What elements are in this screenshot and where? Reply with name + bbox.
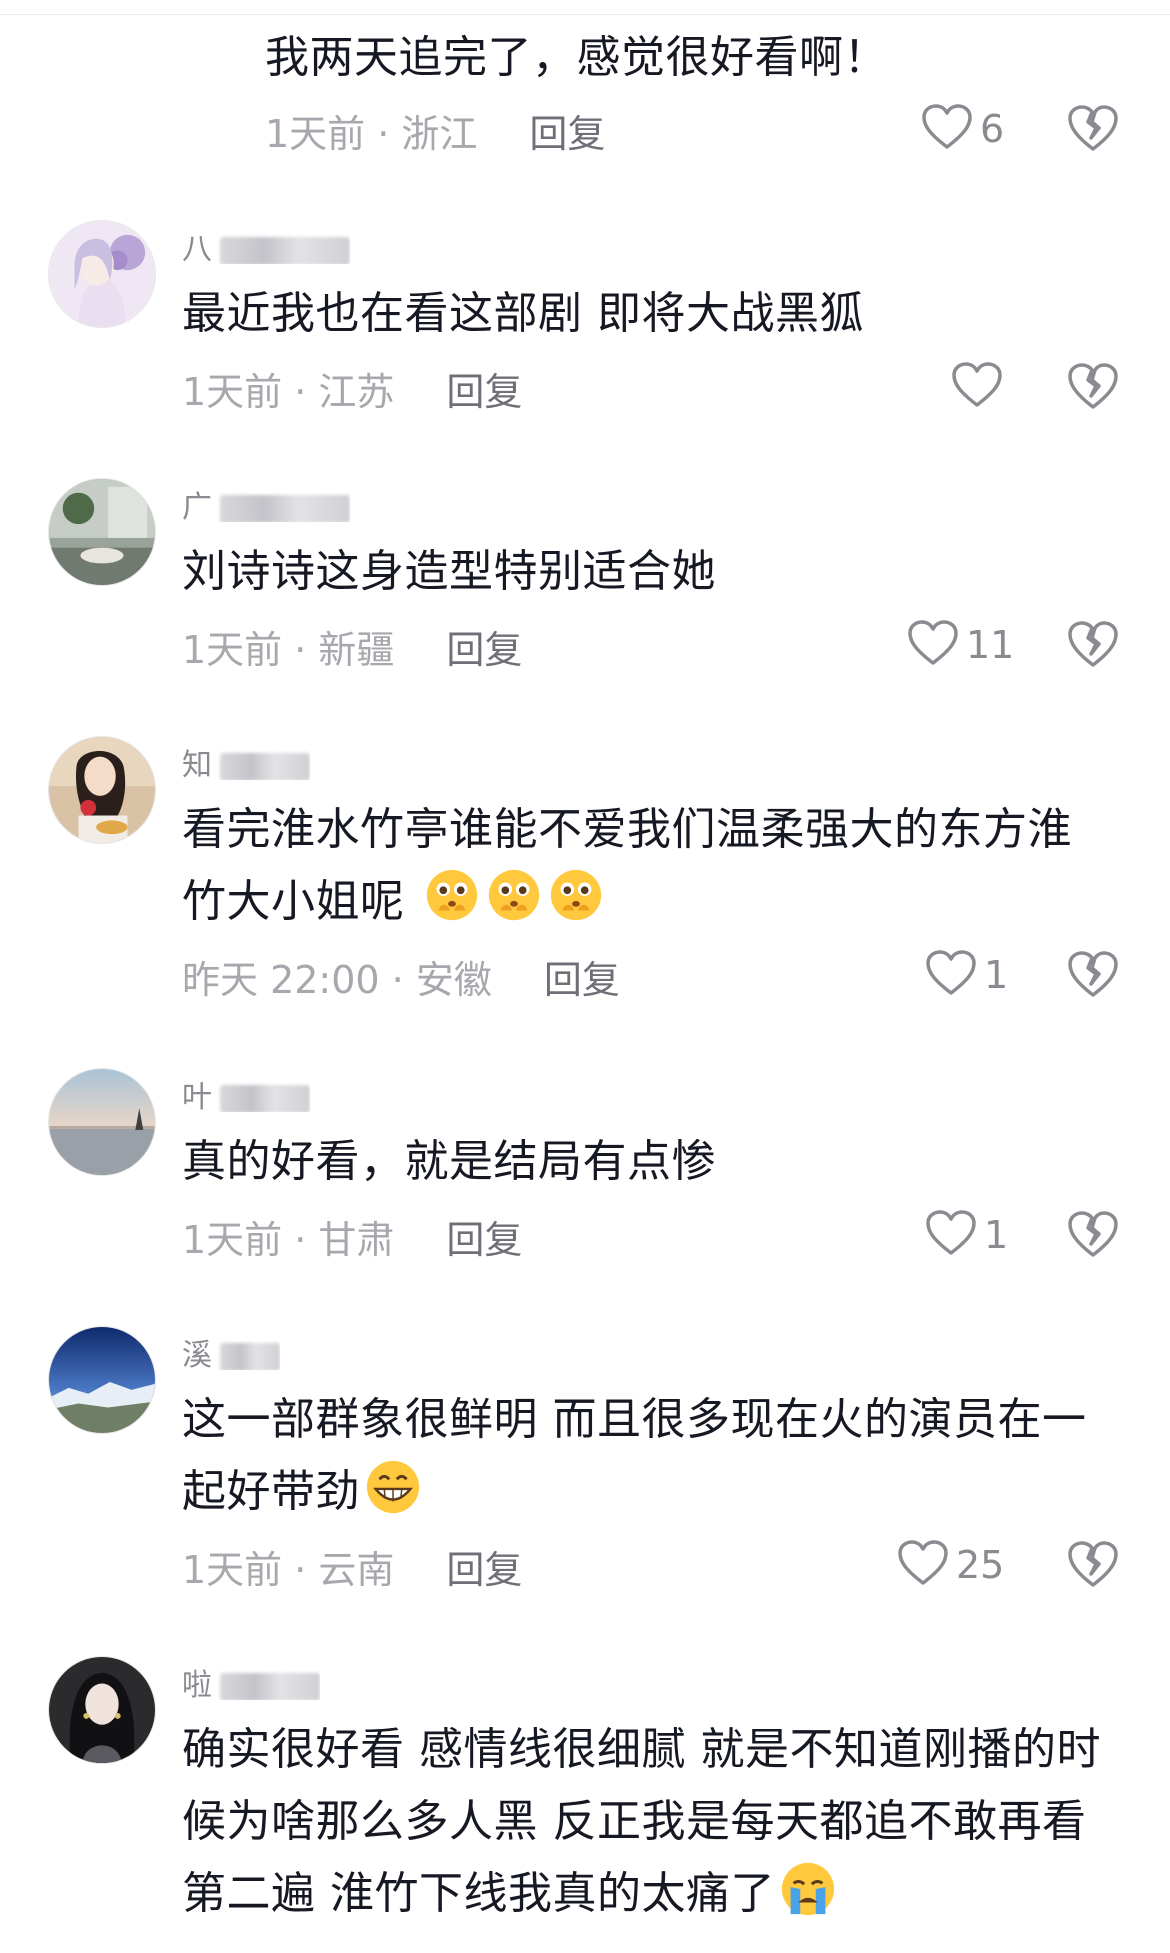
heart-outline-icon: [926, 950, 976, 1000]
comment-text: 真的好看，就是结局有点惨: [182, 1136, 716, 1187]
username[interactable]: 知: [182, 740, 310, 780]
avatar[interactable]: [48, 1326, 156, 1434]
comment-text: 确实很好看 感情线很细腻 就是不知道刚播的时候为啥那么多人黑 反正我是每天都追不…: [182, 1724, 1101, 1919]
username[interactable]: 叶: [182, 1072, 310, 1112]
like-count: 6: [980, 107, 1005, 151]
like-button[interactable]: 6: [922, 104, 1004, 154]
username[interactable]: 八: [182, 224, 350, 264]
dislike-button[interactable]: [1068, 1540, 1118, 1588]
reply-button[interactable]: 回复: [446, 619, 522, 674]
avatar[interactable]: [48, 220, 156, 328]
broken-heart-icon: [1068, 621, 1118, 672]
comment-item: 八 最近我也在看这部剧 即将大战黑狐 1天前 · 江苏 回复: [0, 218, 1170, 418]
reply-button[interactable]: 回复: [544, 949, 620, 1004]
broken-heart-icon: [1068, 1541, 1118, 1592]
heart-outline-icon: [908, 620, 958, 670]
comment-item: 啦 确实很好看 感情线很细腻 就是不知道刚播的时候为啥那么多人黑 反正我是每天都…: [0, 1654, 1170, 1953]
like-count: 1: [984, 953, 1009, 997]
pleading-hands-emoji: [426, 869, 478, 921]
grinning-emoji: [366, 1460, 420, 1514]
dislike-button[interactable]: [1068, 362, 1118, 410]
reply-button[interactable]: 回复: [446, 1209, 522, 1264]
avatar[interactable]: [48, 736, 156, 844]
comment-item: 广 刘诗诗这身造型特别适合她 1天前 · 新疆 回复 11: [0, 476, 1170, 676]
comment-time-location: 昨天 22:00 · 安徽: [182, 957, 492, 1002]
heart-outline-icon: [922, 104, 972, 154]
heart-outline-icon: [898, 1540, 948, 1590]
crying-emoji: [781, 1862, 835, 1916]
pleading-hands-emoji: [550, 869, 602, 921]
like-count: 25: [956, 1543, 1005, 1587]
reply-button[interactable]: 回复: [529, 103, 605, 158]
comment-text: 最近我也在看这部剧 即将大战黑狐: [182, 288, 864, 339]
comment-meta: [182, 1938, 1122, 1953]
username[interactable]: 溪: [182, 1330, 280, 1370]
comment-time-location: 1天前 · 浙江: [265, 111, 478, 156]
like-count: 11: [966, 623, 1015, 667]
avatar[interactable]: [48, 1068, 156, 1176]
emoji-group: [405, 869, 606, 927]
dislike-button[interactable]: [1068, 950, 1118, 998]
comment-text: 这一部群象很鲜明 而且很多现在火的演员在一起好带劲: [182, 1394, 1087, 1517]
like-button[interactable]: 1: [926, 1210, 1008, 1260]
comment-time-location: 1天前 · 江苏: [182, 369, 395, 414]
comment-text: 看完淮水竹亭谁能不爱我们温柔强大的东方淮竹大小姐呢: [182, 804, 1072, 927]
dislike-button[interactable]: [1068, 104, 1118, 152]
username[interactable]: 广: [182, 482, 350, 522]
comment-item: 溪 这一部群象很鲜明 而且很多现在火的演员在一起好带劲 1天前 · 云南 回复 …: [0, 1324, 1170, 1594]
dislike-button[interactable]: [1068, 620, 1118, 668]
comment-text: 刘诗诗这身造型特别适合她: [182, 546, 716, 597]
reply-button[interactable]: 回复: [446, 361, 522, 416]
pleading-hands-emoji: [488, 869, 540, 921]
heart-outline-icon: [926, 1210, 976, 1260]
broken-heart-icon: [1068, 951, 1118, 1002]
broken-heart-icon: [1068, 363, 1118, 414]
comment-meta: 1天前 · 浙江 回复: [265, 102, 1170, 158]
heart-outline-icon: [952, 362, 1002, 412]
broken-heart-icon: [1068, 1211, 1118, 1262]
dislike-button[interactable]: [1068, 1210, 1118, 1258]
comment-time-location: 1天前 · 云南: [182, 1547, 395, 1592]
broken-heart-icon: [1068, 105, 1118, 156]
like-button[interactable]: 1: [926, 950, 1008, 1000]
avatar[interactable]: [48, 478, 156, 586]
comment-text: 我两天追完了，感觉很好看啊！: [265, 32, 888, 83]
reply-button[interactable]: 回复: [446, 1539, 522, 1594]
comment-item: 我两天追完了，感觉很好看啊！ 1天前 · 浙江 回复 6: [0, 0, 1170, 160]
like-button[interactable]: 11: [908, 620, 1014, 670]
like-count: 1: [984, 1213, 1009, 1257]
username[interactable]: 啦: [182, 1660, 320, 1700]
comment-time-location: 1天前 · 甘肃: [182, 1217, 395, 1262]
comment-item: 叶 真的好看，就是结局有点惨 1天前 · 甘肃 回复 1: [0, 1066, 1170, 1266]
like-button[interactable]: 25: [898, 1540, 1004, 1590]
comment-time-location: 1天前 · 新疆: [182, 627, 395, 672]
avatar[interactable]: [48, 1656, 156, 1764]
comment-item: 知 看完淮水竹亭谁能不爱我们温柔强大的东方淮竹大小姐呢 昨天 22:00 · 安…: [0, 734, 1170, 1004]
like-button[interactable]: [952, 362, 1010, 412]
